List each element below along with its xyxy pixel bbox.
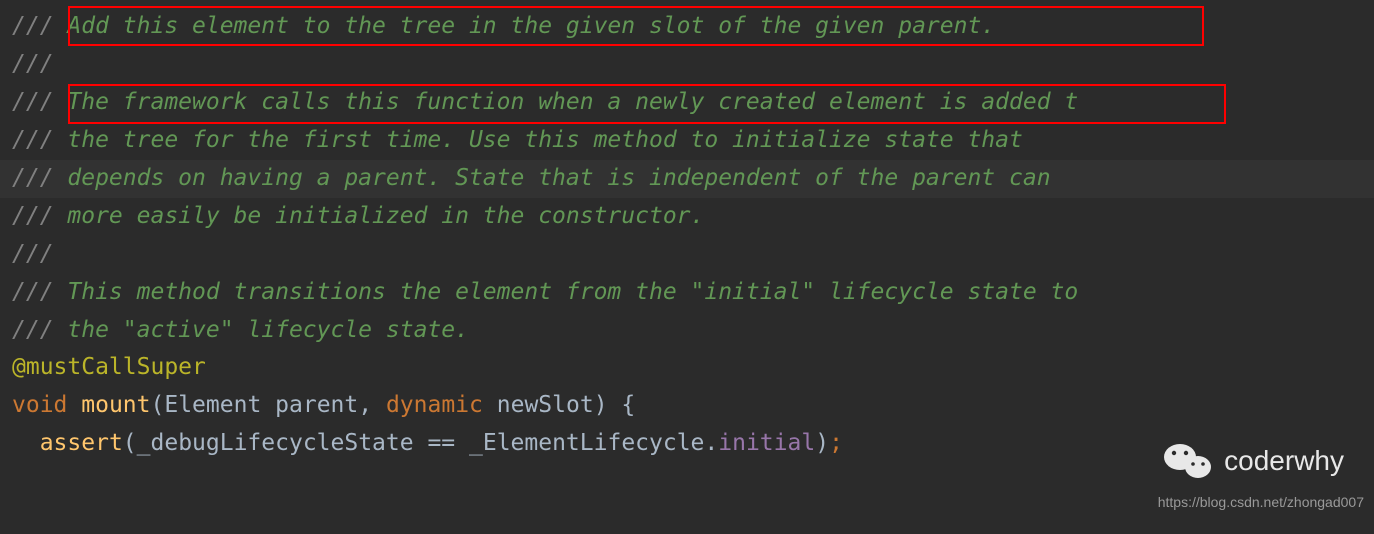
code-line-9[interactable]: /// the "active" lifecycle state. <box>12 312 1374 350</box>
dot: . <box>704 430 718 456</box>
doc-comment-slash: /// <box>12 165 54 191</box>
doc-comment-text: more easily be initialized in the constr… <box>54 203 705 229</box>
param-parent: parent <box>275 392 358 418</box>
doc-comment-text: This method transitions the element from… <box>54 279 1079 305</box>
code-line-11[interactable]: void mount(Element parent, dynamic newSl… <box>12 387 1374 425</box>
watermark-name: coderwhy <box>1224 438 1344 484</box>
paren-close: ) <box>815 430 829 456</box>
wechat-icon <box>1164 441 1212 481</box>
doc-comment-text: The framework calls this function when a… <box>54 89 1065 115</box>
assert-call: assert <box>40 430 123 456</box>
watermark: coderwhy <box>1164 438 1344 484</box>
param-newslot: newSlot <box>497 392 594 418</box>
paren-open: ( <box>151 392 165 418</box>
code-line-6[interactable]: /// more easily be initialized in the co… <box>12 198 1374 236</box>
doc-comment-slash: /// <box>12 89 54 115</box>
code-line-4[interactable]: /// the tree for the first time. Use thi… <box>12 122 1374 160</box>
code-line-7[interactable]: /// <box>12 236 1374 274</box>
enum-class: _ElementLifecycle <box>469 430 704 456</box>
semicolon: ; <box>829 430 843 456</box>
doc-comment-slash: /// <box>12 127 54 153</box>
doc-comment-text: the tree for the first time. Use this me… <box>54 127 1023 153</box>
doc-comment-slash: /// <box>12 317 54 343</box>
code-line-3[interactable]: /// The framework calls this function wh… <box>12 84 1374 122</box>
paren-close-brace: ) { <box>594 392 636 418</box>
doc-comment-text: the "active" lifecycle state. <box>54 317 469 343</box>
equals-operator: == <box>414 430 469 456</box>
doc-comment-slash: /// <box>12 241 54 267</box>
type-element: Element <box>164 392 261 418</box>
enum-value: initial <box>718 430 815 456</box>
watermark-url: https://blog.csdn.net/zhongad007 <box>1158 491 1364 514</box>
code-line-1[interactable]: /// Add this element to the tree in the … <box>12 8 1374 46</box>
keyword-dynamic: dynamic <box>386 392 483 418</box>
code-line-10[interactable]: @mustCallSuper <box>12 349 1374 387</box>
doc-comment-text: depends on having a parent. State that i… <box>54 165 1051 191</box>
doc-comment-trail: t <box>1064 89 1078 115</box>
comma: , <box>358 392 386 418</box>
code-line-8[interactable]: /// This method transitions the element … <box>12 274 1374 312</box>
doc-comment-slash: /// <box>12 13 54 39</box>
paren-open: ( <box>123 430 137 456</box>
code-line-5[interactable]: /// depends on having a parent. State th… <box>12 160 1374 198</box>
method-name: mount <box>81 392 150 418</box>
doc-comment-slash: /// <box>12 51 54 77</box>
doc-comment-slash: /// <box>12 279 54 305</box>
doc-comment-slash: /// <box>12 203 54 229</box>
doc-comment-text: Add this element to the tree in the give… <box>54 13 996 39</box>
debug-variable: _debugLifecycleState <box>137 430 414 456</box>
code-line-2[interactable]: /// <box>12 46 1374 84</box>
annotation: @mustCallSuper <box>12 354 206 380</box>
keyword-void: void <box>12 392 67 418</box>
